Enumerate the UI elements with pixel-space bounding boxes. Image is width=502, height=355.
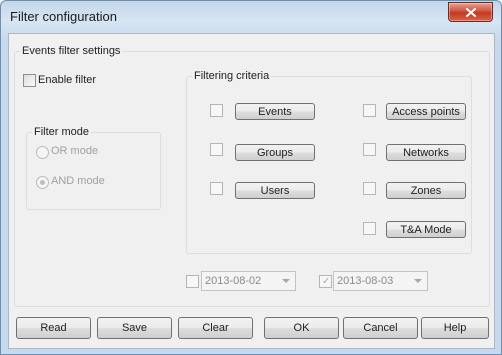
or-mode-radio[interactable] (36, 146, 49, 159)
or-mode-label: OR mode (51, 145, 99, 157)
filter-mode-group: Filter mode (26, 125, 161, 210)
chevron-down-icon[interactable] (414, 279, 422, 283)
close-icon (465, 7, 476, 17)
enable-filter-checkbox[interactable] (23, 74, 36, 87)
from-date-checkbox[interactable] (186, 275, 199, 288)
networks-checkbox[interactable] (363, 143, 376, 156)
save-button[interactable]: Save (97, 317, 172, 339)
events-button[interactable]: Events (235, 103, 315, 120)
read-button[interactable]: Read (16, 317, 91, 339)
and-mode-radio[interactable] (36, 176, 49, 189)
groups-checkbox[interactable] (210, 143, 223, 156)
to-date-value: 2013-08-03 (337, 275, 394, 287)
help-button[interactable]: Help (421, 317, 489, 339)
dialog-window: Filter configuration Events filter setti… (0, 0, 502, 355)
and-mode-label: AND mode (51, 175, 105, 187)
clear-button[interactable]: Clear (178, 317, 253, 339)
cancel-button[interactable]: Cancel (343, 317, 418, 339)
chevron-down-icon[interactable] (282, 279, 290, 283)
ta-mode-button[interactable]: T&A Mode (386, 221, 466, 238)
close-button[interactable] (448, 2, 493, 22)
zones-button[interactable]: Zones (386, 182, 466, 199)
users-checkbox[interactable] (210, 182, 223, 195)
access-points-button[interactable]: Access points (386, 103, 466, 120)
events-checkbox[interactable] (210, 104, 223, 117)
filter-mode-legend: Filter mode (32, 125, 92, 139)
to-date-checkbox[interactable]: ✓ (319, 275, 332, 288)
checkmark-icon: ✓ (322, 276, 331, 287)
dialog-client-area: Events filter settings Enable filter Fil… (8, 33, 495, 349)
events-filter-settings-legend: Events filter settings (20, 44, 123, 58)
window-title: Filter configuration (10, 9, 117, 24)
ta-mode-checkbox[interactable] (363, 222, 376, 235)
networks-button[interactable]: Networks (386, 144, 466, 161)
to-date-picker[interactable]: 2013-08-03 (333, 271, 428, 291)
filtering-criteria-legend: Filtering criteria (192, 69, 272, 83)
from-date-value: 2013-08-02 (205, 275, 262, 287)
ok-button[interactable]: OK (264, 317, 339, 339)
zones-checkbox[interactable] (363, 182, 376, 195)
groups-button[interactable]: Groups (235, 144, 315, 161)
from-date-picker[interactable]: 2013-08-02 (201, 271, 296, 291)
users-button[interactable]: Users (235, 182, 315, 199)
access-points-checkbox[interactable] (363, 104, 376, 117)
enable-filter-label: Enable filter (38, 74, 97, 86)
title-bar[interactable]: Filter configuration (1, 1, 501, 34)
